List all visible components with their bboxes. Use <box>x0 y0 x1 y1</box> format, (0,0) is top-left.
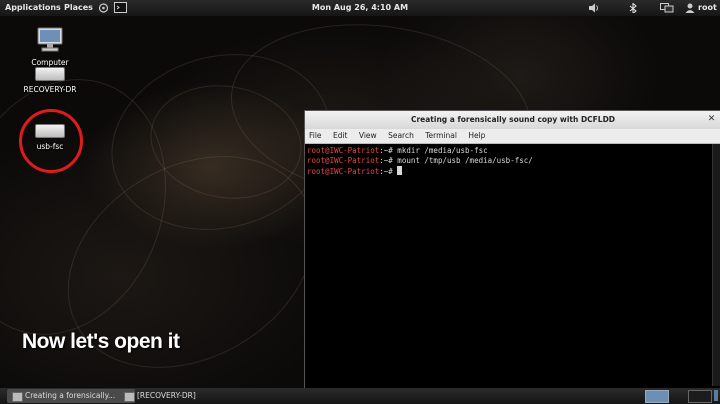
terminal-output[interactable]: root@IWC-Patriot:~# mkdir /media/usb-fsc… <box>305 144 720 386</box>
text-cursor <box>397 166 403 175</box>
caption-overlay: Now let's open it <box>22 330 180 353</box>
folder-icon <box>124 392 135 402</box>
menu-edit[interactable]: Edit <box>333 131 348 140</box>
desktop-icon-label: RECOVERY-DR <box>23 85 77 94</box>
command-text: :~# mkdir /media/usb-fsc <box>379 146 488 155</box>
desktop-icon-label: Computer <box>31 58 69 67</box>
task-label: Creating a forensically... <box>25 391 116 400</box>
window-title: Creating a forensically sound copy with … <box>410 115 616 124</box>
shell-prompt: root@IWC-Patriot <box>307 167 380 176</box>
network-icon[interactable] <box>660 3 674 13</box>
user-name[interactable]: root <box>698 0 717 16</box>
command-text: :~# <box>379 167 398 176</box>
task-recovery-dr[interactable]: [RECOVERY-DR] <box>119 389 237 403</box>
close-icon[interactable]: ✕ <box>706 114 717 125</box>
volume-icon[interactable] <box>588 3 600 13</box>
workspace-1[interactable] <box>645 390 669 403</box>
task-terminal[interactable]: Creating a forensically... <box>7 389 135 403</box>
terminal-menubar: File Edit View Search Terminal Help <box>305 129 720 144</box>
window-titlebar[interactable]: Creating a forensically sound copy with … <box>305 111 720 129</box>
shell-prompt: root@IWC-Patriot <box>307 146 380 155</box>
highlight-circle <box>19 109 83 173</box>
user-icon[interactable] <box>685 3 695 13</box>
workspace-indicator <box>714 390 718 401</box>
menu-file[interactable]: File <box>309 131 322 140</box>
computer-icon <box>37 27 63 52</box>
drive-icon <box>35 67 65 81</box>
terminal-icon <box>12 392 23 402</box>
menu-search[interactable]: Search <box>388 131 414 140</box>
terminal-line: root@IWC-Patriot:~# <box>307 166 719 177</box>
menu-view[interactable]: View <box>359 131 377 140</box>
task-label: [RECOVERY-DR] <box>137 391 196 400</box>
clock[interactable]: Mon Aug 26, 4:10 AM <box>0 0 720 16</box>
bluetooth-icon[interactable] <box>629 3 637 13</box>
desktop-icon-computer[interactable]: Computer <box>10 26 90 67</box>
desktop-icon-recovery-dr[interactable]: RECOVERY-DR <box>10 67 90 94</box>
bottom-taskbar: Creating a forensically... [RECOVERY-DR] <box>0 388 720 404</box>
terminal-line: root@IWC-Patriot:~# mount /tmp/usb /medi… <box>307 156 719 166</box>
terminal-line: root@IWC-Patriot:~# mkdir /media/usb-fsc <box>307 146 719 156</box>
command-text: :~# mount /tmp/usb /media/usb-fsc/ <box>379 156 533 165</box>
shell-prompt: root@IWC-Patriot <box>307 156 380 165</box>
menu-terminal[interactable]: Terminal <box>425 131 457 140</box>
menu-help[interactable]: Help <box>468 131 485 140</box>
top-panel: Applications Places Mon Aug 26, 4:10 AM … <box>0 0 720 16</box>
workspace-2[interactable] <box>688 390 712 403</box>
terminal-window[interactable]: Creating a forensically sound copy with … <box>304 110 720 390</box>
scrollbar[interactable] <box>712 144 720 386</box>
